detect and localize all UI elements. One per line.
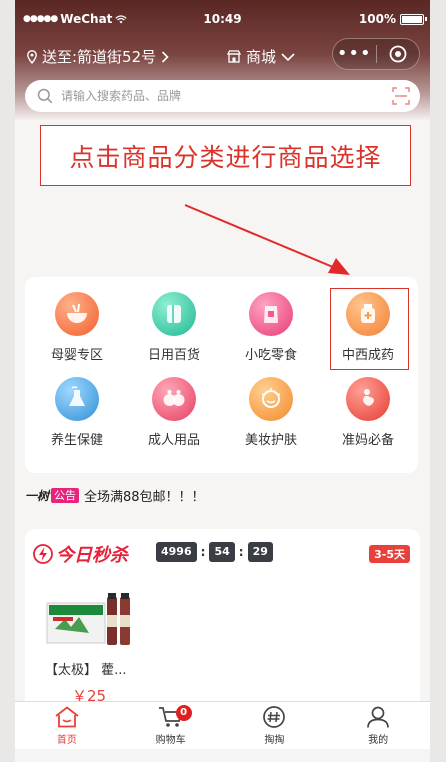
mall-label: 商城 xyxy=(246,48,277,66)
snack-bag-icon xyxy=(249,292,293,336)
chevron-right-icon xyxy=(162,50,169,63)
miniprogram-capsule: ••• xyxy=(332,38,420,70)
tab-taotao[interactable]: 掏掏 xyxy=(223,702,327,749)
countdown-seconds: 29 xyxy=(247,542,273,562)
category-health[interactable]: 养生保健 xyxy=(37,371,117,451)
notice-tag: 公告 xyxy=(51,487,80,503)
countdown-minutes: 54 xyxy=(209,542,235,562)
medicine-highlight-box xyxy=(330,288,409,370)
beauty-face-icon xyxy=(249,377,293,421)
chevron-down-icon xyxy=(281,52,295,61)
category-snacks[interactable]: 小吃零食 xyxy=(231,286,311,366)
flash-sale-card: 今日秒杀 4996 : 54 : 29 3-5天 【太极】 藿... ￥25 xyxy=(25,529,420,719)
battery-percent: 100% xyxy=(358,12,396,26)
category-pregnancy[interactable]: 准妈必备 xyxy=(328,371,408,451)
product-name[interactable]: 【太极】 藿... xyxy=(45,659,127,678)
flash-sale-title: 今日秒杀 xyxy=(33,541,128,567)
category-beauty[interactable]: 美妆护肤 xyxy=(231,371,311,451)
delivery-address[interactable]: 送至:箭道街52号 xyxy=(27,46,169,67)
pointer-arrow xyxy=(184,204,350,275)
location-pin-icon xyxy=(27,49,37,64)
countdown-timer: 4996 : 54 : 29 xyxy=(156,542,273,562)
delivery-days-badge: 3-5天 xyxy=(369,545,410,563)
hashtag-chat-icon xyxy=(263,706,286,728)
tab-cart[interactable]: 0 购物车 xyxy=(119,702,223,749)
pregnancy-icon xyxy=(346,377,390,421)
notice-text: 全场满88包邮！！！ xyxy=(84,489,205,505)
towel-icon xyxy=(152,292,196,336)
lightning-icon xyxy=(33,544,53,564)
health-flask-icon xyxy=(55,377,99,421)
adult-icon xyxy=(152,377,196,421)
notice-brand: 一树 xyxy=(25,488,50,503)
nav-row: 送至:箭道街52号 商城 ••• xyxy=(15,38,430,74)
home-icon xyxy=(55,706,79,728)
status-bar: ●●●●● WeChat 10:49 100% xyxy=(15,10,430,30)
baby-bowl-icon xyxy=(55,292,99,336)
address-text: 送至:箭道街52号 xyxy=(42,48,157,66)
scan-icon[interactable] xyxy=(392,87,410,105)
tab-home[interactable]: 首页 xyxy=(15,702,119,749)
more-menu-icon[interactable]: ••• xyxy=(333,45,376,63)
category-adult[interactable]: 成人用品 xyxy=(134,371,214,451)
battery-icon xyxy=(400,13,427,25)
countdown-hours: 4996 xyxy=(156,542,197,562)
notice-bar[interactable]: 一树 公告 全场满88包邮！！！ xyxy=(25,486,205,505)
product-image[interactable] xyxy=(45,589,133,649)
search-icon xyxy=(37,88,53,104)
phone-screen: ●●●●● WeChat 10:49 100% 送至:箭道街52号 商城 ••• xyxy=(15,0,430,762)
tab-mine[interactable]: 我的 xyxy=(326,702,430,749)
category-daily-goods[interactable]: 日用百货 xyxy=(134,286,214,366)
category-maternity[interactable]: 母婴专区 xyxy=(37,286,117,366)
user-icon xyxy=(367,706,389,728)
instruction-callout: 点击商品分类进行商品选择 xyxy=(40,125,411,186)
search-bar[interactable] xyxy=(25,80,420,112)
close-target-icon[interactable] xyxy=(376,45,419,63)
mall-selector[interactable]: 商城 xyxy=(227,46,295,67)
cart-count-badge: 0 xyxy=(175,705,192,721)
search-input[interactable] xyxy=(61,89,371,103)
store-icon xyxy=(227,50,241,63)
bottom-tab-bar: 首页 0 购物车 掏掏 我的 xyxy=(15,701,430,749)
